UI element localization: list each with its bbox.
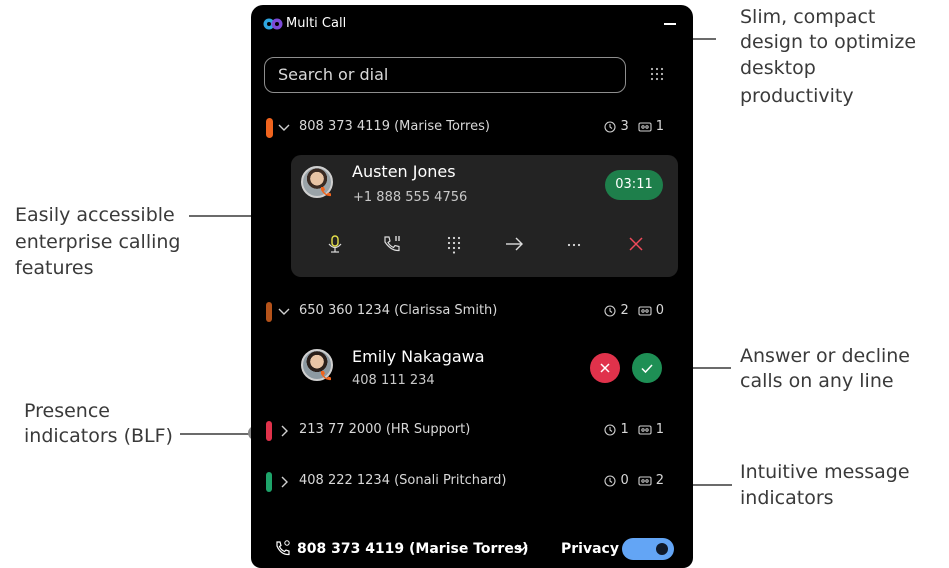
active-call-card: Austen Jones +1 888 555 4756 03:11 [291, 155, 678, 277]
caller-name: Austen Jones [352, 162, 456, 181]
call-count: 3 [620, 119, 629, 134]
call-count: 2 [620, 303, 629, 318]
caller-name: Emily Nakagawa [352, 347, 485, 366]
annotation-line: desktop [740, 57, 816, 79]
presence-indicator [266, 421, 272, 441]
call-timer-badge: 03:11 [605, 170, 663, 200]
message-count: 1 [655, 119, 664, 134]
close-icon [600, 363, 610, 373]
search-input[interactable]: Search or dial [264, 57, 626, 93]
message-count: 2 [655, 473, 664, 488]
annotation-line: Slim, compact [740, 6, 876, 28]
voicemail-icon [638, 424, 652, 435]
chevron-right-icon[interactable] [277, 421, 291, 441]
chevron-down-icon[interactable] [515, 541, 529, 555]
leader-line [714, 38, 716, 40]
presence-indicator [266, 118, 273, 138]
annotation-line: features [15, 257, 94, 279]
title-bar: Multi Call [251, 5, 693, 45]
presence-indicator [266, 302, 272, 322]
presence-indicator [266, 472, 272, 492]
annotation-line: Easily accessible [15, 204, 175, 226]
line-label: 808 373 4119 (Marise Torres) [299, 119, 490, 134]
voicemail-icon [638, 305, 652, 316]
bottom-bar: 808 373 4119 (Marise Torres) Privacy [251, 535, 693, 565]
line-label: 408 222 1234 (Sonali Pritchard) [299, 473, 507, 488]
decline-button[interactable] [590, 353, 620, 383]
more-icon[interactable] [563, 233, 585, 255]
minimize-button[interactable] [662, 13, 678, 31]
line-counts: 2 0 [604, 303, 664, 318]
transfer-icon[interactable] [503, 233, 525, 255]
annotation-line: productivity [740, 85, 854, 107]
annotation-line: Presence [24, 400, 110, 422]
annotation-line: enterprise calling [15, 231, 181, 253]
call-count: 1 [620, 422, 629, 437]
line-row[interactable]: 408 222 1234 (Sonali Pritchard) 0 2 [251, 470, 693, 494]
webex-logo-icon [263, 18, 283, 30]
annotation-line: indicators (BLF) [24, 425, 173, 447]
caller-number: +1 888 555 4756 [353, 190, 468, 205]
voicemail-icon [638, 121, 652, 132]
voicemail-icon [638, 475, 652, 486]
message-count: 1 [655, 422, 664, 437]
line-row[interactable]: 650 360 1234 (Clarissa Smith) 2 0 [251, 300, 693, 324]
hold-icon[interactable] [382, 233, 404, 255]
check-icon [641, 364, 653, 374]
clock-icon [604, 474, 616, 487]
toggle-knob [656, 543, 668, 555]
privacy-label: Privacy [561, 541, 619, 557]
phone-settings-icon [276, 540, 290, 556]
clock-icon [604, 423, 616, 436]
microphone-icon[interactable] [324, 233, 346, 255]
chevron-down-icon[interactable] [277, 302, 291, 322]
line-row[interactable]: 213 77 2000 (HR Support) 1 1 [251, 419, 693, 443]
line-label: 650 360 1234 (Clarissa Smith) [299, 303, 498, 318]
clock-icon [604, 304, 616, 317]
annotation-line: design to optimize [740, 31, 917, 53]
annotation-line: calls on any line [740, 370, 894, 392]
chevron-down-icon[interactable] [277, 118, 291, 138]
chevron-right-icon[interactable] [277, 472, 291, 492]
app-title: Multi Call [286, 16, 347, 31]
caller-number: 408 111 234 [352, 373, 435, 388]
annotation-line: indicators [740, 487, 834, 509]
line-row[interactable]: 808 373 4119 (Marise Torres) 3 1 [251, 116, 693, 140]
line-counts: 3 1 [604, 119, 664, 134]
phone-badge-icon [321, 187, 331, 197]
answer-button[interactable] [632, 353, 662, 383]
phone-badge-icon [321, 371, 331, 381]
line-label: 213 77 2000 (HR Support) [299, 422, 471, 437]
annotation-line: Intuitive message [740, 461, 910, 483]
multi-call-window: Multi Call Search or dial 808 373 4119 (… [251, 5, 693, 568]
call-count: 0 [620, 473, 629, 488]
end-call-icon[interactable] [625, 233, 647, 255]
privacy-toggle[interactable] [622, 538, 674, 560]
selected-line-label[interactable]: 808 373 4119 (Marise Torres) [297, 541, 529, 557]
message-count: 0 [655, 303, 664, 318]
line-counts: 0 2 [604, 473, 664, 488]
line-counts: 1 1 [604, 422, 664, 437]
clock-icon [604, 120, 616, 133]
keypad-icon[interactable] [443, 233, 465, 255]
dialpad-icon[interactable] [649, 65, 665, 85]
annotation-line: Answer or decline [740, 345, 910, 367]
